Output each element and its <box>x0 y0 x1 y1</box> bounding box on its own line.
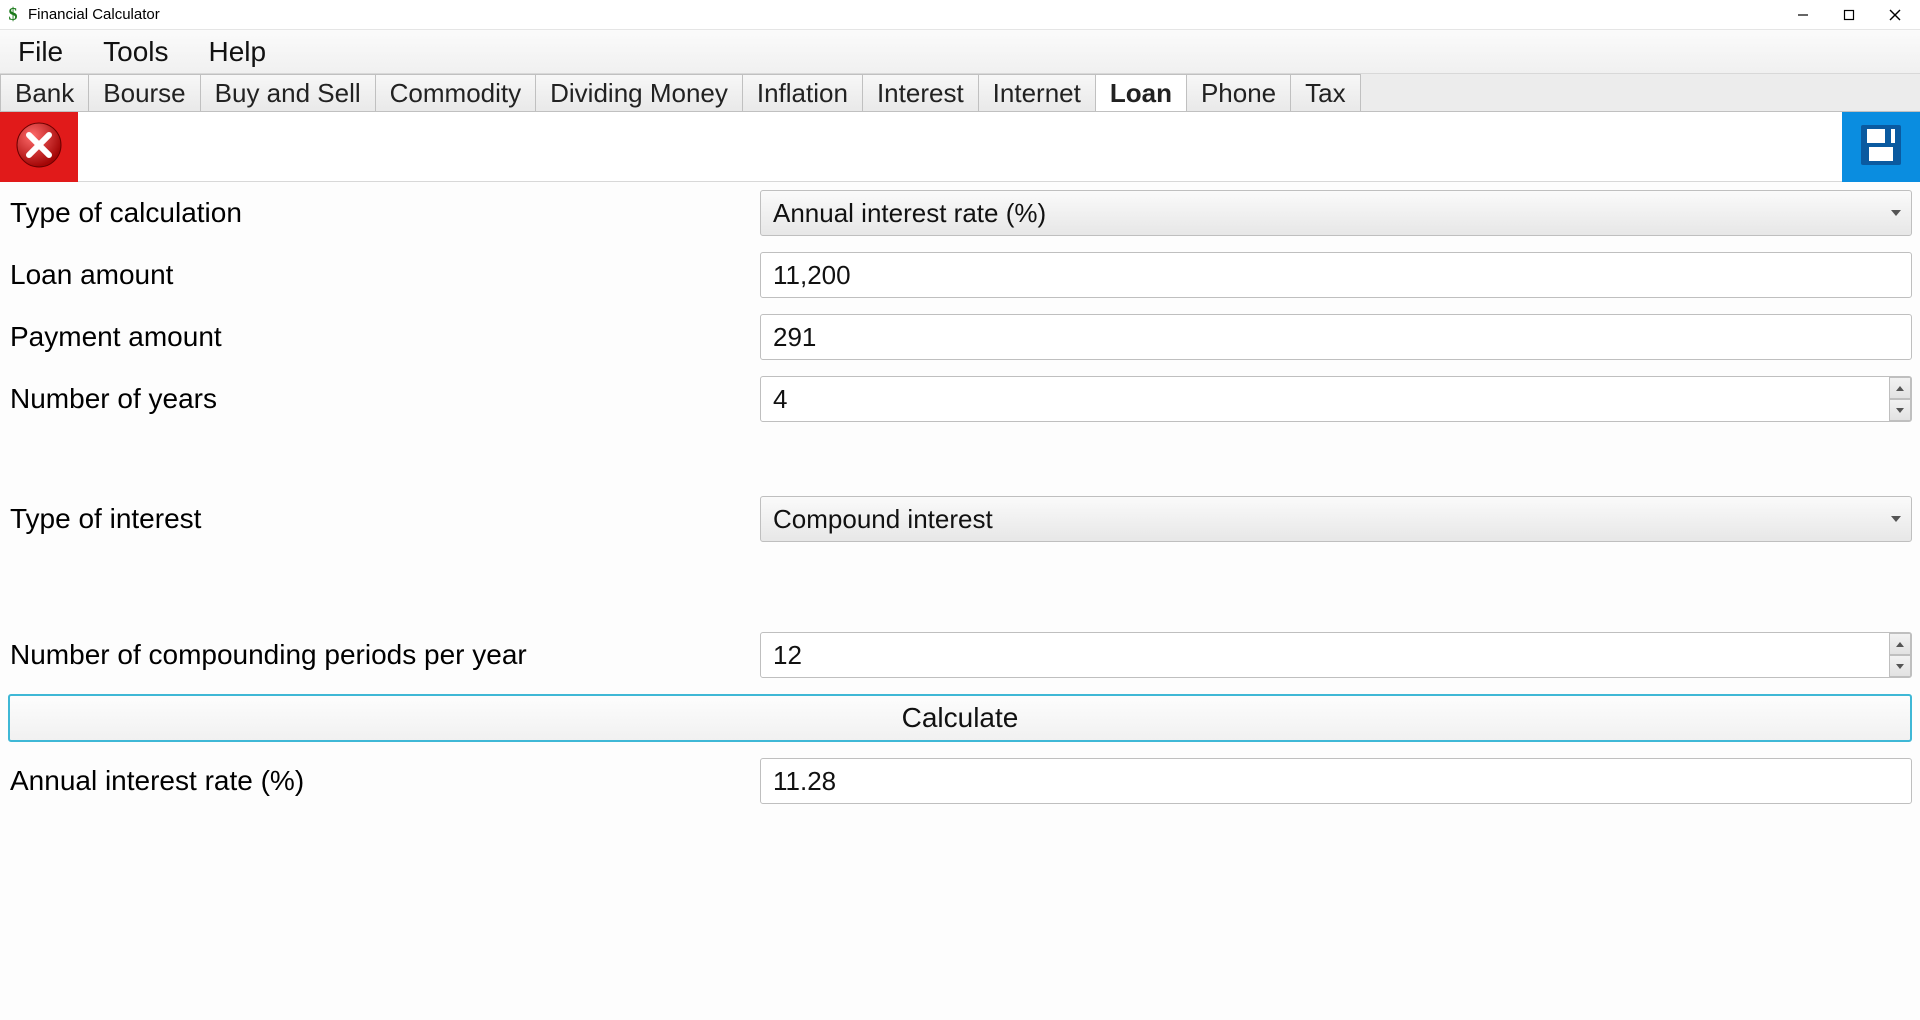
app-icon: $ <box>4 6 22 24</box>
spinner-compounding-periods <box>1889 633 1911 677</box>
triangle-down-icon <box>1896 408 1904 413</box>
row-type-of-interest: Type of interest Compound interest <box>8 496 1912 542</box>
triangle-down-icon <box>1896 664 1904 669</box>
menu-help[interactable]: Help <box>201 32 275 72</box>
tab-dividing-money[interactable]: Dividing Money <box>535 74 743 111</box>
chevron-down-icon <box>1891 516 1901 522</box>
row-result: Annual interest rate (%) <box>8 758 1912 804</box>
spinner-down-button[interactable] <box>1889 399 1911 421</box>
tab-buy-and-sell[interactable]: Buy and Sell <box>200 74 376 111</box>
label-payment-amount: Payment amount <box>8 321 760 353</box>
input-loan-amount[interactable] <box>760 252 1912 298</box>
spinner-up-button[interactable] <box>1889 377 1911 399</box>
chevron-down-icon <box>1891 210 1901 216</box>
tab-tax[interactable]: Tax <box>1290 74 1360 111</box>
save-button[interactable] <box>1842 112 1920 182</box>
label-type-of-interest: Type of interest <box>8 503 760 535</box>
tab-bourse[interactable]: Bourse <box>88 74 200 111</box>
row-compounding-periods: Number of compounding periods per year <box>8 632 1912 678</box>
select-type-of-calculation[interactable]: Annual interest rate (%) <box>760 190 1912 236</box>
spinner-up-button[interactable] <box>1889 633 1911 655</box>
maximize-button[interactable] <box>1826 0 1872 30</box>
triangle-up-icon <box>1896 386 1904 391</box>
input-number-of-years[interactable] <box>760 376 1912 422</box>
output-annual-interest-rate[interactable] <box>760 758 1912 804</box>
label-compounding-periods: Number of compounding periods per year <box>8 639 760 671</box>
label-result: Annual interest rate (%) <box>8 765 760 797</box>
tabbar: Bank Bourse Buy and Sell Commodity Divid… <box>0 74 1920 112</box>
input-compounding-periods[interactable] <box>760 632 1912 678</box>
triangle-up-icon <box>1896 642 1904 647</box>
actionbar <box>0 112 1920 182</box>
spinner-down-button[interactable] <box>1889 655 1911 677</box>
calculate-button-label: Calculate <box>902 702 1019 734</box>
select-type-of-calculation-value: Annual interest rate (%) <box>773 198 1046 229</box>
clear-button[interactable] <box>0 112 78 182</box>
tab-inflation[interactable]: Inflation <box>742 74 863 111</box>
row-payment-amount: Payment amount <box>8 314 1912 360</box>
menu-file[interactable]: File <box>10 32 71 72</box>
close-button[interactable] <box>1872 0 1918 30</box>
menubar: File Tools Help <box>0 30 1920 74</box>
tab-internet[interactable]: Internet <box>978 74 1096 111</box>
spinner-number-of-years <box>1889 377 1911 421</box>
tab-interest[interactable]: Interest <box>862 74 979 111</box>
tab-phone[interactable]: Phone <box>1186 74 1291 111</box>
menu-tools[interactable]: Tools <box>95 32 176 72</box>
tab-bank[interactable]: Bank <box>0 74 89 111</box>
titlebar: $ Financial Calculator <box>0 0 1920 30</box>
row-number-of-years: Number of years <box>8 376 1912 422</box>
window-title: Financial Calculator <box>28 6 160 23</box>
tab-commodity[interactable]: Commodity <box>375 74 536 111</box>
label-number-of-years: Number of years <box>8 383 760 415</box>
minimize-button[interactable] <box>1780 0 1826 30</box>
select-type-of-interest[interactable]: Compound interest <box>760 496 1912 542</box>
row-type-of-calculation: Type of calculation Annual interest rate… <box>8 190 1912 236</box>
loan-form: Type of calculation Annual interest rate… <box>0 182 1920 804</box>
tab-loan[interactable]: Loan <box>1095 74 1187 111</box>
save-icon <box>1855 119 1907 176</box>
input-payment-amount[interactable] <box>760 314 1912 360</box>
label-type-of-calculation: Type of calculation <box>8 197 760 229</box>
select-type-of-interest-value: Compound interest <box>773 504 993 535</box>
row-loan-amount: Loan amount <box>8 252 1912 298</box>
calculate-button[interactable]: Calculate <box>8 694 1912 742</box>
label-loan-amount: Loan amount <box>8 259 760 291</box>
close-circle-icon <box>13 119 65 176</box>
